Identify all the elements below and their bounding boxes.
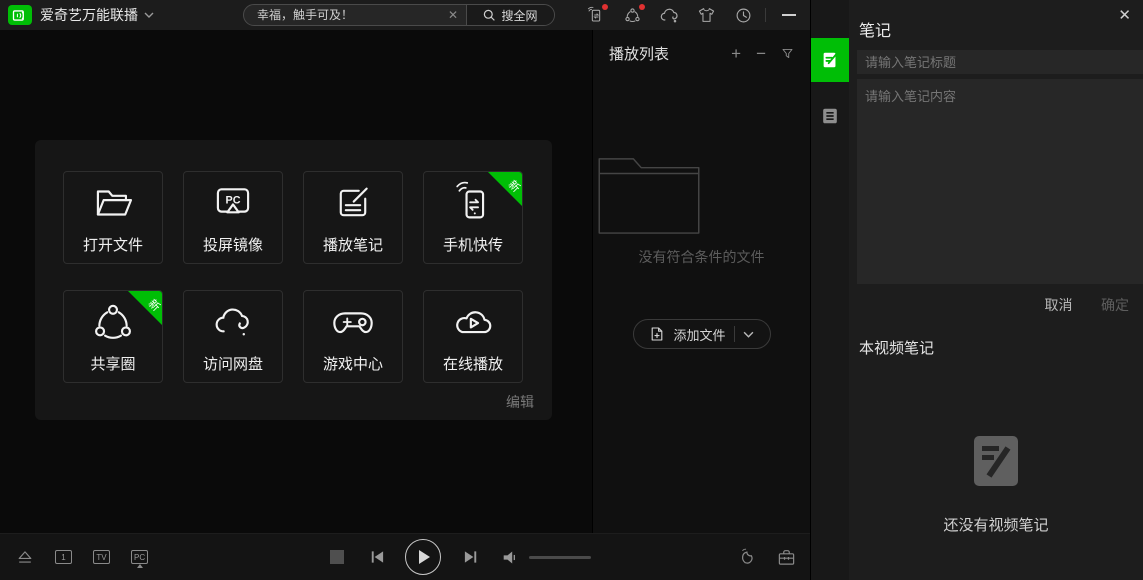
titlebar-divider xyxy=(765,8,766,22)
tile-online-play[interactable]: 在线播放 xyxy=(423,290,523,383)
playlist-title: 播放列表 xyxy=(609,43,669,64)
tile-game-center[interactable]: 游戏中心 xyxy=(303,290,403,383)
notes-button-row: 取消 确定 xyxy=(849,284,1143,315)
skin-tshirt-icon[interactable] xyxy=(697,6,715,24)
notes-tab[interactable] xyxy=(811,38,849,82)
tile-screen-mirror[interactable]: PC 投屏镜像 xyxy=(183,171,283,264)
magnifier-icon xyxy=(483,9,496,22)
titlebar: 爱奇艺万能联播 ✕ 搜全网 xyxy=(0,0,810,30)
notes-panel: ✕ 笔记 取消 确定 本视频笔记 还没有视频笔记 xyxy=(849,0,1143,580)
search-clear-icon[interactable]: ✕ xyxy=(440,8,466,22)
notification-dot xyxy=(639,4,645,10)
minimize-icon[interactable] xyxy=(782,14,796,16)
open-file-folder-icon xyxy=(90,180,136,226)
screen-1-icon[interactable]: 1 xyxy=(55,550,72,564)
notes-empty-text: 还没有视频笔记 xyxy=(849,514,1143,535)
side-tabstrip xyxy=(811,0,849,580)
tile-open-file[interactable]: 打开文件 xyxy=(63,171,163,264)
previous-icon[interactable] xyxy=(368,549,385,565)
titlebar-actions xyxy=(586,0,752,30)
app-logo-icon xyxy=(8,5,32,25)
notes-section-title: 本视频笔记 xyxy=(859,337,1143,358)
share-circle-icon xyxy=(90,299,136,345)
tile-label: 访问网盘 xyxy=(203,353,263,374)
file-plus-icon xyxy=(649,326,665,342)
volume-slider[interactable] xyxy=(529,556,591,559)
tile-cloud-drive[interactable]: 访问网盘 xyxy=(183,290,283,383)
player-control-bar: 1 TV PC xyxy=(0,533,810,580)
tv-cast-icon[interactable]: TV xyxy=(93,550,110,564)
tile-label: 在线播放 xyxy=(443,353,503,374)
app-title: 爱奇艺万能联播 xyxy=(40,5,138,25)
tile-label: 播放笔记 xyxy=(323,234,383,255)
phone-quick-transfer-icon xyxy=(450,180,496,226)
tile-label: 打开文件 xyxy=(83,234,143,255)
stop-icon[interactable] xyxy=(330,550,344,564)
share-circle-icon[interactable] xyxy=(623,6,641,24)
list-icon xyxy=(820,106,840,126)
search-bar: ✕ 搜全网 xyxy=(243,4,555,26)
bean-icon[interactable] xyxy=(740,548,757,566)
play-icon[interactable] xyxy=(405,539,441,575)
add-file-label: 添加文件 xyxy=(673,325,725,344)
cloud-drive-icon xyxy=(210,299,256,345)
eject-icon[interactable] xyxy=(16,549,34,565)
phone-transfer-icon[interactable] xyxy=(586,6,604,24)
bottom-right-tools xyxy=(740,534,796,580)
add-file-button[interactable]: 添加文件 xyxy=(633,319,771,349)
play-notes-icon xyxy=(330,180,376,226)
tile-label: 游戏中心 xyxy=(323,353,383,374)
transport-controls xyxy=(330,534,591,580)
online-play-icon xyxy=(450,299,496,345)
search-button-label: 搜全网 xyxy=(501,7,537,24)
list-tab[interactable] xyxy=(811,94,849,138)
playlist-empty-text: 没有符合条件的文件 xyxy=(593,247,810,267)
add-plus-icon[interactable]: + xyxy=(731,45,741,62)
playlist-header: 播放列表 + − xyxy=(593,30,810,64)
note-pencil-icon xyxy=(820,50,840,70)
volume-icon[interactable] xyxy=(502,550,519,565)
video-display-area: 打开文件 PC 投屏镜像 播放笔记 新 xyxy=(0,30,592,533)
remove-minus-icon[interactable]: − xyxy=(756,45,766,62)
search-button[interactable]: 搜全网 xyxy=(466,5,554,25)
empty-note-icon xyxy=(972,434,1020,488)
playlist-tools: + − xyxy=(731,45,794,62)
toolbox-icon[interactable] xyxy=(777,548,796,566)
tile-label: 投屏镜像 xyxy=(203,234,263,255)
notification-dot xyxy=(602,4,608,10)
app-window: { "colors": { "accent_green": "#00be06",… xyxy=(0,0,1143,580)
playlist-panel: 播放列表 + − 没有符合条件的文件 添加文件 xyxy=(592,30,810,533)
launcher-panel: 打开文件 PC 投屏镜像 播放笔记 新 xyxy=(35,140,552,420)
notes-title: 笔记 xyxy=(859,17,1143,41)
empty-folder-icon xyxy=(593,155,705,235)
cancel-button[interactable]: 取消 xyxy=(1045,295,1073,315)
next-icon[interactable] xyxy=(463,549,480,565)
chevron-down-icon[interactable] xyxy=(743,331,754,338)
chevron-down-icon[interactable] xyxy=(144,12,154,18)
tile-share-circle[interactable]: 新 共享圈 xyxy=(63,290,163,383)
notes-region: ✕ 笔记 取消 确定 本视频笔记 还没有视频笔记 xyxy=(810,0,1143,580)
launcher-grid: 打开文件 PC 投屏镜像 播放笔记 新 xyxy=(63,171,523,383)
confirm-button[interactable]: 确定 xyxy=(1101,295,1129,315)
tile-label: 手机快传 xyxy=(443,234,503,255)
bottom-left-tools: 1 TV PC xyxy=(16,534,148,580)
playlist-empty-state: 没有符合条件的文件 xyxy=(593,155,810,267)
edit-link[interactable]: 编辑 xyxy=(506,392,534,412)
pc-cast-icon[interactable]: PC xyxy=(131,550,148,564)
tile-phone-transfer[interactable]: 新 手机快传 xyxy=(423,171,523,264)
history-clock-icon[interactable] xyxy=(734,6,752,24)
search-input[interactable] xyxy=(244,8,440,22)
close-icon[interactable]: ✕ xyxy=(1114,4,1135,26)
note-content-input[interactable] xyxy=(857,79,1143,284)
note-title-input[interactable] xyxy=(857,50,1143,74)
tile-play-notes[interactable]: 播放笔记 xyxy=(303,171,403,264)
filter-funnel-icon[interactable] xyxy=(781,47,794,60)
cloud-drive-icon[interactable] xyxy=(660,6,678,24)
button-divider xyxy=(734,326,735,342)
tile-label: 共享圈 xyxy=(90,353,135,374)
notes-empty-state: 还没有视频笔记 xyxy=(849,434,1143,535)
screen-mirror-pc-icon: PC xyxy=(210,180,256,226)
game-center-icon xyxy=(330,299,376,345)
